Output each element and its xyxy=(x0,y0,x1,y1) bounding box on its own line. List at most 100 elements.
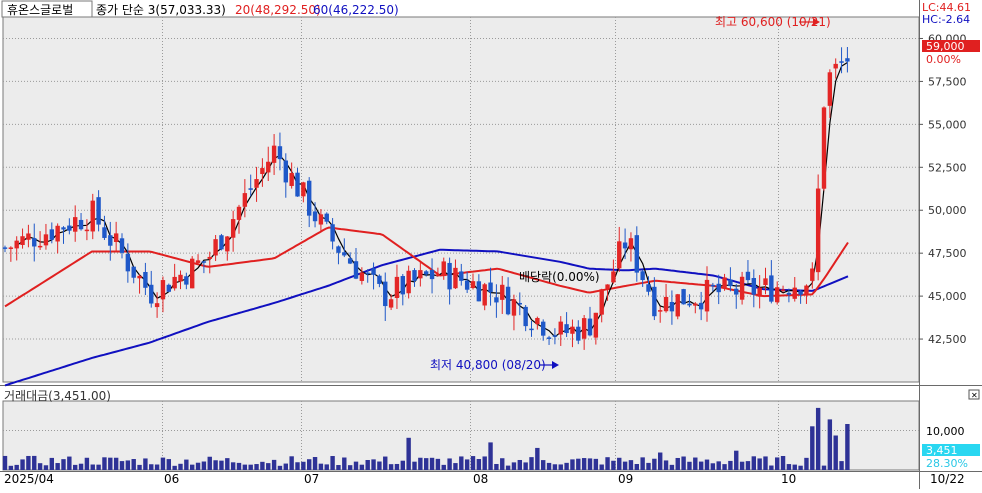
price-tick: 45,000 xyxy=(928,290,967,303)
candle-body xyxy=(78,219,84,230)
volume-bar xyxy=(681,456,686,470)
volume-bar xyxy=(190,464,195,470)
candle-body xyxy=(277,146,283,160)
candle-body xyxy=(751,278,756,295)
volume-bar xyxy=(617,457,622,470)
candle-body xyxy=(476,281,482,302)
volume-bar xyxy=(424,458,429,470)
candle-body xyxy=(225,236,230,252)
volume-bar xyxy=(84,457,90,470)
volume-bar xyxy=(687,461,692,470)
volume-bar xyxy=(225,458,230,470)
volume-bar xyxy=(541,460,546,470)
x-label: 10 xyxy=(781,472,796,486)
volume-bar xyxy=(178,463,183,470)
candle-body xyxy=(283,160,288,183)
candle-body xyxy=(675,294,680,317)
candle-body xyxy=(581,318,587,339)
volume-current: 3,451 xyxy=(926,444,958,457)
price-tick: 57,500 xyxy=(928,75,967,88)
candle-body xyxy=(37,245,43,248)
volume-bar xyxy=(359,464,365,470)
candle-body xyxy=(219,235,224,250)
candle-body xyxy=(108,235,113,246)
volume-bar xyxy=(219,460,224,470)
current-price: 59,000 xyxy=(926,40,965,53)
volume-bar xyxy=(482,456,487,470)
candle-body xyxy=(32,238,37,247)
volume-bar xyxy=(558,464,563,470)
volume-bar xyxy=(342,457,347,470)
candle-body xyxy=(505,286,511,315)
candle-body xyxy=(90,200,95,232)
volume-bar xyxy=(166,459,171,470)
candle-body xyxy=(342,252,347,256)
candle-body xyxy=(149,284,154,304)
volume-bar xyxy=(172,465,177,470)
candle-body xyxy=(470,281,476,289)
volume-bar xyxy=(37,463,43,470)
candle-body xyxy=(435,274,441,276)
candle-body xyxy=(704,279,710,312)
close-icon[interactable]: ✕ xyxy=(971,391,978,400)
candle-body xyxy=(26,233,31,240)
candle-body xyxy=(184,276,189,285)
volume-bar xyxy=(371,459,376,470)
candle-body xyxy=(190,258,195,289)
candle-body xyxy=(698,302,704,310)
volume-bar xyxy=(611,460,616,470)
candle-body xyxy=(523,306,528,327)
candle-body xyxy=(312,211,318,222)
candle-body xyxy=(353,261,359,279)
candle-body xyxy=(845,58,850,62)
candle-body xyxy=(172,276,177,289)
volume-bar xyxy=(628,460,634,470)
candle-body xyxy=(786,292,792,295)
dividend-annotation: 배당락(0.00%) xyxy=(519,270,600,284)
volume-bar xyxy=(90,464,95,470)
candle-body xyxy=(213,239,218,256)
volume-bar xyxy=(663,460,669,470)
stock-chart[interactable]: 휴온스글로벌 종가 단순 3(57,033.33) 20(48,292.50) … xyxy=(0,0,982,489)
volume-pct: 28.30% xyxy=(926,457,968,470)
volume-bar xyxy=(137,464,142,470)
volume-bar xyxy=(301,461,306,470)
candle-body xyxy=(441,261,446,277)
volume-bar xyxy=(78,463,84,470)
candle-body xyxy=(260,168,265,175)
candle-body xyxy=(424,271,429,275)
candle-body xyxy=(131,266,136,278)
candle-body xyxy=(102,227,107,238)
candle-body xyxy=(798,291,803,295)
candle-body xyxy=(388,299,394,308)
volume-bar xyxy=(535,447,540,470)
candle-body xyxy=(681,289,686,305)
volume-bar xyxy=(441,464,446,470)
candle-body xyxy=(541,321,546,336)
volume-bar xyxy=(429,457,435,470)
candle-body xyxy=(166,284,171,292)
volume-bar xyxy=(488,442,493,470)
candle-body xyxy=(663,296,669,312)
candle-body xyxy=(494,297,499,303)
candle-body xyxy=(359,272,365,281)
candle-body xyxy=(154,303,160,308)
candle-body xyxy=(628,238,634,250)
volume-bar xyxy=(669,464,675,470)
candle-body xyxy=(49,229,54,240)
candle-body xyxy=(459,271,464,281)
candle-body xyxy=(207,256,212,259)
candle-body xyxy=(570,326,575,334)
legend-ma20: 20(48,292.50) xyxy=(235,3,321,17)
candle-body xyxy=(792,287,797,299)
volume-bar xyxy=(634,464,639,470)
candle-body xyxy=(412,270,417,281)
candle-body xyxy=(289,172,294,186)
volume-bar xyxy=(73,464,78,470)
volume-bar xyxy=(505,465,511,470)
candle-body xyxy=(295,172,300,197)
volume-bar xyxy=(353,461,359,470)
volume-bar xyxy=(798,465,803,470)
volume-bar xyxy=(207,456,212,470)
volume-bar xyxy=(242,464,248,470)
